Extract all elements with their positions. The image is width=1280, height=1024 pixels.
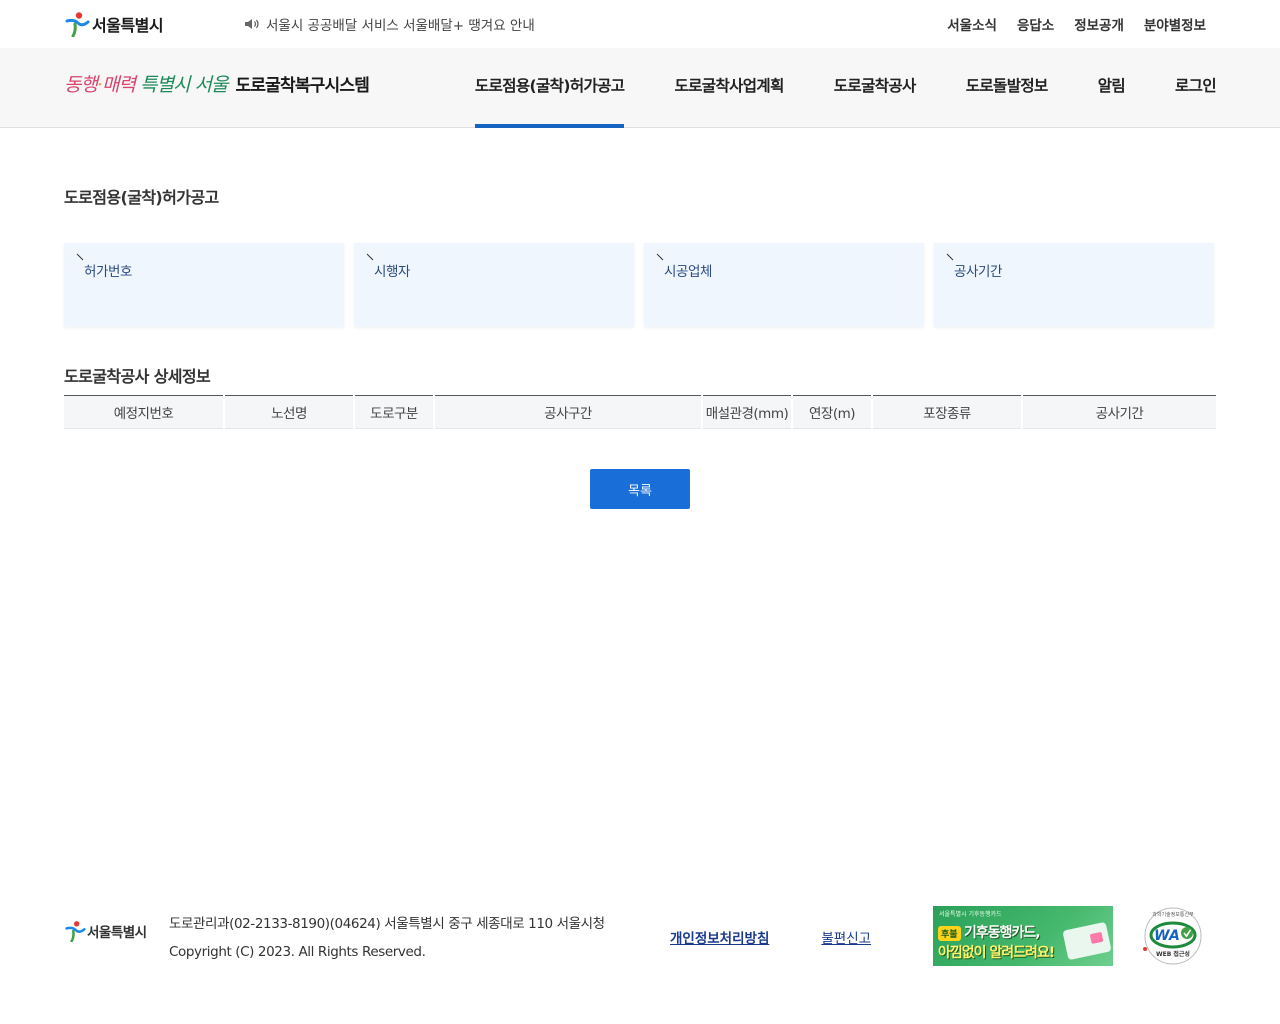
card-construction-period: 공사기간	[934, 243, 1214, 327]
banner-subline: 아낌없이 알려드려요!	[938, 945, 1055, 961]
svg-text:WA: WA	[1154, 928, 1180, 944]
card-label: 시공업체	[664, 264, 713, 280]
slogan-logo: 동행·매력 특별시 서울	[64, 74, 228, 96]
banner-caption: 서울특별시 기후동행카드	[939, 911, 1002, 918]
nav-item-login[interactable]: 로그인	[1175, 48, 1217, 128]
seoul-symbol-icon	[64, 11, 90, 37]
notice-text: 서울시 공공배달 서비스 서울배달+ 땡겨요 안내	[266, 18, 535, 34]
nav-item-excavation-plan[interactable]: 도로굴착사업계획	[674, 48, 784, 128]
utility-links: 서울소식 응답소 정보공개 분야별정보	[947, 14, 1206, 34]
footer-logo-text: 서울특별시	[87, 925, 147, 941]
col-header-pipe-diameter: 매설관경(mm)	[702, 395, 793, 429]
nav-item-excavation-works[interactable]: 도로굴착공사	[834, 48, 917, 128]
card-operator: 시행자	[354, 243, 634, 327]
footer-logo: 서울특별시	[64, 920, 147, 942]
col-header-site-number: 예정지번호	[64, 395, 225, 429]
brand-logo[interactable]: 동행·매력 특별시 서울 도로굴착복구시스템	[64, 70, 370, 97]
footer-address: 도로관리과(02-2133-8190)(04624) 서울특별시 중구 세종대로…	[169, 916, 605, 932]
col-header-period: 공사기간	[1022, 395, 1216, 429]
col-header-pavement-type: 포장종류	[872, 395, 1023, 429]
svg-text:과학기술정보통신부: 과학기술정보통신부	[1152, 911, 1194, 918]
privacy-policy-link[interactable]: 개인정보처리방침	[670, 927, 769, 947]
col-header-length: 연장(m)	[792, 395, 873, 429]
summary-cards: 허가번호 시행자 시공업체 공사기간	[64, 243, 1216, 327]
main-header: 동행·매력 특별시 서울 도로굴착복구시스템 도로점용(굴착)허가공고 도로굴착…	[0, 48, 1280, 128]
banner-headline: 기후동행카드,	[964, 925, 1041, 941]
utility-bar: 서울특별시 서울시 공공배달 서비스 서울배달+ 땡겨요 안내 서울소식 응답소…	[0, 0, 1280, 48]
util-link-response[interactable]: 응답소	[1017, 14, 1054, 34]
util-link-info-disclosure[interactable]: 정보공개	[1074, 14, 1124, 34]
nav-item-permit-notice[interactable]: 도로점용(굴착)허가공고	[474, 48, 625, 128]
transit-card-icon	[1062, 921, 1112, 961]
table-header-row: 예정지번호 노선명 도로구분 공사구간 매설관경(mm) 연장(m) 포장종류 …	[64, 395, 1216, 429]
nav-item-road-incident[interactable]: 도로돌발정보	[966, 48, 1049, 128]
complaint-report-link[interactable]: 불편신고	[821, 927, 871, 947]
corner-tick-icon	[76, 253, 84, 261]
detail-table-wrap: 예정지번호 노선명 도로구분 공사구간 매설관경(mm) 연장(m) 포장종류 …	[64, 395, 1216, 429]
footer-info: 도로관리과(02-2133-8190)(04624) 서울특별시 중구 세종대로…	[169, 910, 605, 966]
corner-tick-icon	[946, 253, 954, 261]
nav-item-notice[interactable]: 알림	[1098, 48, 1126, 128]
seoul-logo[interactable]: 서울특별시	[64, 10, 164, 38]
card-label: 허가번호	[84, 264, 133, 280]
card-label: 공사기간	[954, 264, 1003, 280]
speaker-icon	[245, 19, 259, 29]
detail-table: 예정지번호 노선명 도로구분 공사구간 매설관경(mm) 연장(m) 포장종류 …	[64, 395, 1216, 429]
corner-tick-icon	[366, 253, 374, 261]
col-header-road-type: 도로구분	[354, 395, 435, 429]
notice-banner[interactable]: 서울시 공공배달 서비스 서울배달+ 땡겨요 안내	[244, 14, 535, 34]
card-permit-number: 허가번호	[64, 243, 344, 327]
web-accessibility-mark-icon: 과학기술정보통신부 WA WEB 접근성	[1143, 907, 1202, 965]
col-header-section: 공사구간	[434, 395, 703, 429]
col-header-route-name: 노선명	[224, 395, 355, 429]
list-button[interactable]: 목록	[590, 469, 690, 509]
page-title: 도로점용(굴착)허가공고	[64, 188, 219, 207]
util-link-field-info[interactable]: 분야별정보	[1144, 14, 1206, 34]
global-nav: 도로점용(굴착)허가공고 도로굴착사업계획 도로굴착공사 도로돌발정보 알림 로…	[425, 48, 1217, 128]
seoul-symbol-icon	[64, 920, 86, 942]
system-title: 도로굴착복구시스템	[235, 76, 370, 96]
footer: 서울특별시 도로관리과(02-2133-8190)(04624) 서울특별시 중…	[0, 880, 1280, 1024]
seoul-logo-text: 서울특별시	[92, 16, 164, 35]
banner-badge: 후불	[938, 926, 961, 941]
corner-tick-icon	[656, 253, 664, 261]
card-contractor: 시공업체	[644, 243, 924, 327]
detail-section-title: 도로굴착공사 상세정보	[64, 367, 211, 386]
climate-card-banner[interactable]: 서울특별시 기후동행카드 후불 기후동행카드, 아낌없이 알려드려요!	[933, 906, 1113, 966]
card-label: 시행자	[374, 264, 411, 280]
footer-links: 개인정보처리방침 불편신고	[670, 927, 871, 947]
util-link-news[interactable]: 서울소식	[947, 14, 997, 34]
footer-copyright: Copyright (C) 2023. All Rights Reserved.	[169, 944, 426, 960]
svg-text:WEB 접근성: WEB 접근성	[1156, 950, 1190, 958]
